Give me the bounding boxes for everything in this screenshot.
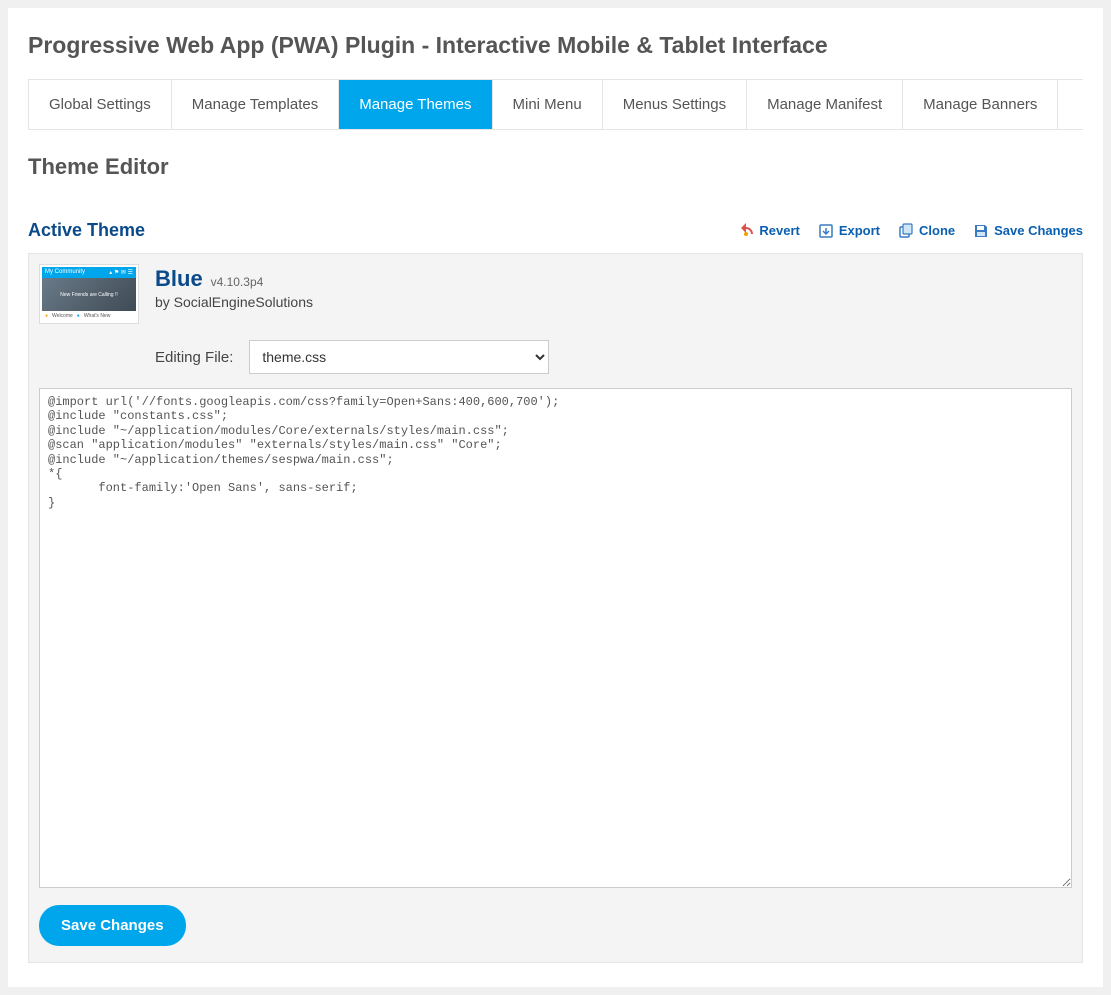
tab-mini-menu[interactable]: Mini Menu	[493, 80, 603, 129]
page-title: Progressive Web App (PWA) Plugin - Inter…	[28, 32, 1083, 59]
export-icon	[818, 223, 834, 239]
export-label: Export	[839, 223, 880, 238]
export-link[interactable]: Export	[818, 223, 880, 239]
theme-version: v4.10.3p4	[211, 275, 264, 289]
save-button[interactable]: Save Changes	[39, 905, 186, 946]
active-theme-label: Active Theme	[28, 220, 145, 241]
code-editor[interactable]	[39, 388, 1072, 888]
theme-name: Blue	[155, 266, 203, 292]
tab-global-settings[interactable]: Global Settings	[29, 80, 172, 129]
tab-manage-themes[interactable]: Manage Themes	[339, 80, 492, 129]
section-title: Theme Editor	[28, 154, 1083, 180]
tab-manage-banners[interactable]: Manage Banners	[903, 80, 1058, 129]
save-icon	[973, 223, 989, 239]
save-changes-link[interactable]: Save Changes	[973, 223, 1083, 239]
revert-label: Revert	[759, 223, 799, 238]
tab-bar: Global SettingsManage TemplatesManage Th…	[28, 79, 1083, 130]
thumb-title: My Community	[45, 269, 85, 276]
theme-panel: My Community▴ ⚑ ✉ ☰ New Friends are Call…	[28, 253, 1083, 963]
save-changes-label: Save Changes	[994, 223, 1083, 238]
thumb-bot2: What's New	[84, 313, 111, 319]
theme-thumbnail: My Community▴ ⚑ ✉ ☰ New Friends are Call…	[39, 264, 139, 324]
theme-author: by SocialEngineSolutions	[155, 294, 313, 310]
tab-menus-settings[interactable]: Menus Settings	[603, 80, 747, 129]
thumb-mid: New Friends are Calling !!	[42, 278, 136, 311]
revert-icon	[738, 223, 754, 239]
thumb-bot1: Welcome	[52, 313, 73, 319]
editing-file-label: Editing File:	[155, 349, 233, 366]
action-links: Revert Export Clone Save Changes	[738, 223, 1083, 239]
clone-label: Clone	[919, 223, 955, 238]
revert-link[interactable]: Revert	[738, 223, 799, 239]
tab-manage-manifest[interactable]: Manage Manifest	[747, 80, 903, 129]
tab-manage-templates[interactable]: Manage Templates	[172, 80, 339, 129]
file-select[interactable]: theme.css	[249, 340, 549, 374]
tab-spacer	[1058, 80, 1102, 129]
clone-icon	[898, 223, 914, 239]
clone-link[interactable]: Clone	[898, 223, 955, 239]
